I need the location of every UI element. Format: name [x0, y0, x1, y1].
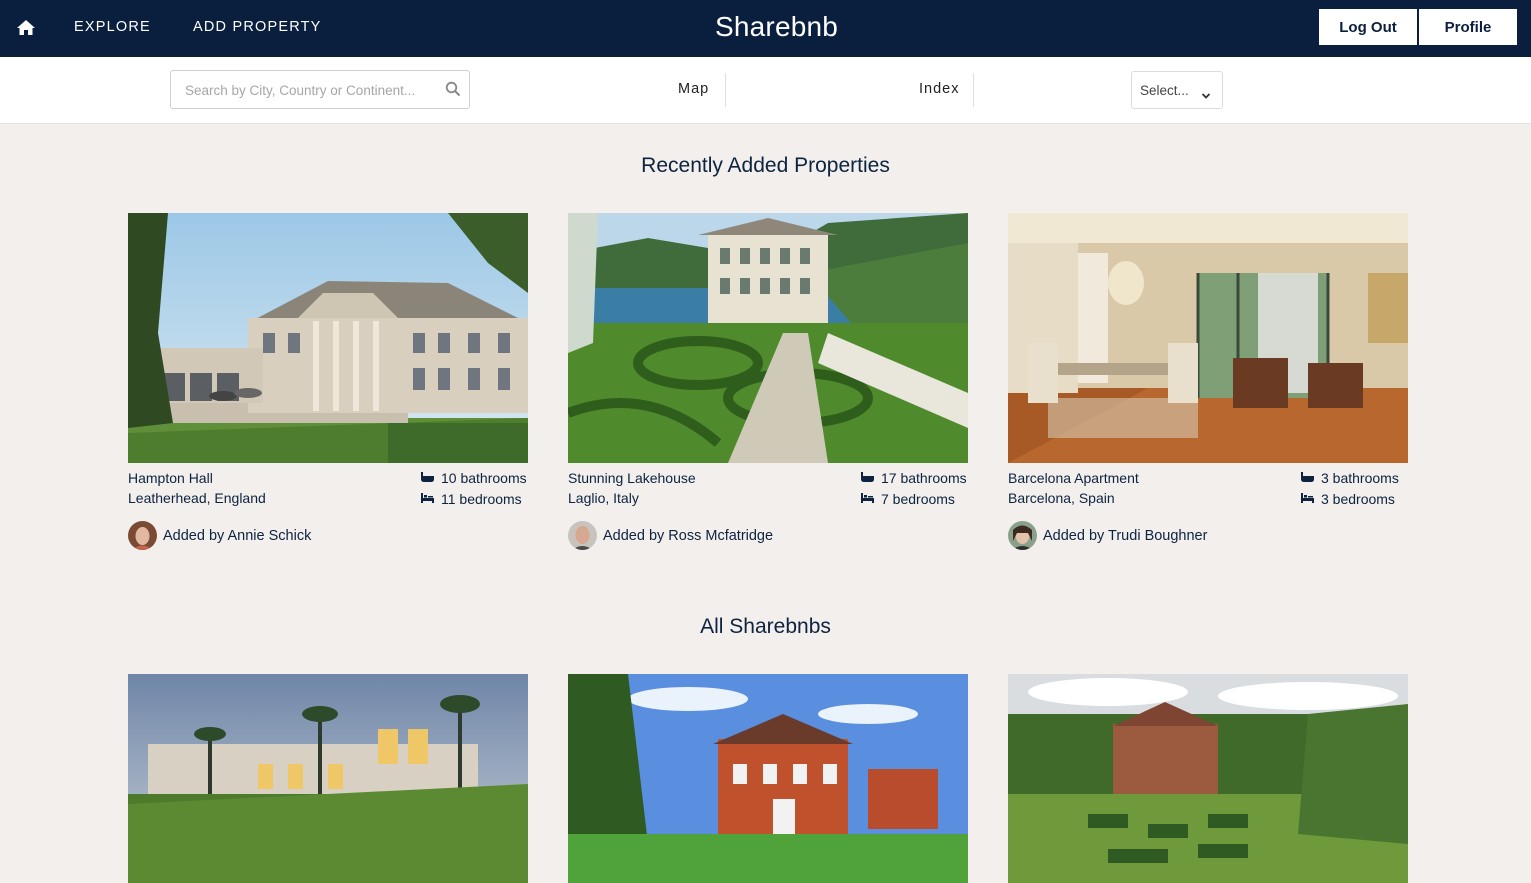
bathtub-icon: [420, 470, 441, 486]
property-image[interactable]: [568, 213, 968, 463]
search-box: [170, 70, 470, 109]
avatar[interactable]: [568, 521, 597, 550]
avatar[interactable]: [128, 521, 157, 550]
added-by-label[interactable]: Added by Ross Mcfatridge: [603, 528, 773, 544]
bed-icon: [860, 491, 881, 507]
divider: [973, 73, 974, 107]
logout-button[interactable]: Log Out: [1319, 9, 1417, 45]
recent-section-title: Recently Added Properties: [641, 154, 890, 177]
added-by: Added by Annie Schick: [128, 521, 311, 550]
home-icon[interactable]: [16, 18, 36, 38]
property-image[interactable]: [128, 213, 528, 463]
property-name[interactable]: Stunning Lakehouse: [568, 470, 696, 486]
top-nav: EXPLORE ADD PROPERTY Sharebnb Log Out Pr…: [0, 0, 1531, 57]
bathrooms-stat: 3 bathrooms: [1300, 470, 1399, 486]
bedrooms-stat: 11 bedrooms: [420, 491, 522, 507]
all-section-title: All Sharebnbs: [700, 615, 831, 638]
bed-icon: [420, 491, 441, 507]
property-location: Barcelona, Spain: [1008, 490, 1115, 506]
divider: [725, 73, 726, 107]
search-icon[interactable]: [445, 81, 461, 97]
added-by-label[interactable]: Added by Annie Schick: [163, 528, 311, 544]
property-location: Leatherhead, England: [128, 490, 266, 506]
tab-index[interactable]: Index: [919, 81, 959, 97]
nav-explore-link[interactable]: EXPLORE: [74, 19, 151, 35]
avatar[interactable]: [1008, 521, 1037, 550]
tab-map[interactable]: Map: [678, 81, 709, 97]
added-by: Added by Ross Mcfatridge: [568, 521, 773, 550]
bed-icon: [1300, 491, 1321, 507]
property-image[interactable]: [1008, 674, 1408, 883]
profile-button[interactable]: Profile: [1419, 9, 1517, 45]
property-image[interactable]: [1008, 213, 1408, 463]
property-image[interactable]: [128, 674, 528, 883]
filter-bar: Map Index Select...: [0, 57, 1531, 124]
added-by: Added by Trudi Boughner: [1008, 521, 1207, 550]
bathrooms-stat: 17 bathrooms: [860, 470, 967, 486]
property-name[interactable]: Barcelona Apartment: [1008, 470, 1139, 486]
brand-logo[interactable]: Sharebnb: [715, 11, 838, 43]
bathtub-icon: [860, 470, 881, 486]
search-input[interactable]: [185, 80, 435, 100]
bedrooms-stat: 7 bedrooms: [860, 491, 955, 507]
property-image[interactable]: [568, 674, 968, 883]
added-by-label[interactable]: Added by Trudi Boughner: [1043, 528, 1207, 544]
sort-select[interactable]: Select...: [1131, 71, 1223, 109]
bathtub-icon: [1300, 470, 1321, 486]
nav-add-property-link[interactable]: ADD PROPERTY: [193, 19, 322, 35]
bedrooms-stat: 3 bedrooms: [1300, 491, 1395, 507]
select-value: Select...: [1140, 83, 1189, 98]
chevron-down-icon: [1201, 87, 1211, 99]
property-location: Laglio, Italy: [568, 490, 639, 506]
property-name[interactable]: Hampton Hall: [128, 470, 213, 486]
bathrooms-stat: 10 bathrooms: [420, 470, 527, 486]
